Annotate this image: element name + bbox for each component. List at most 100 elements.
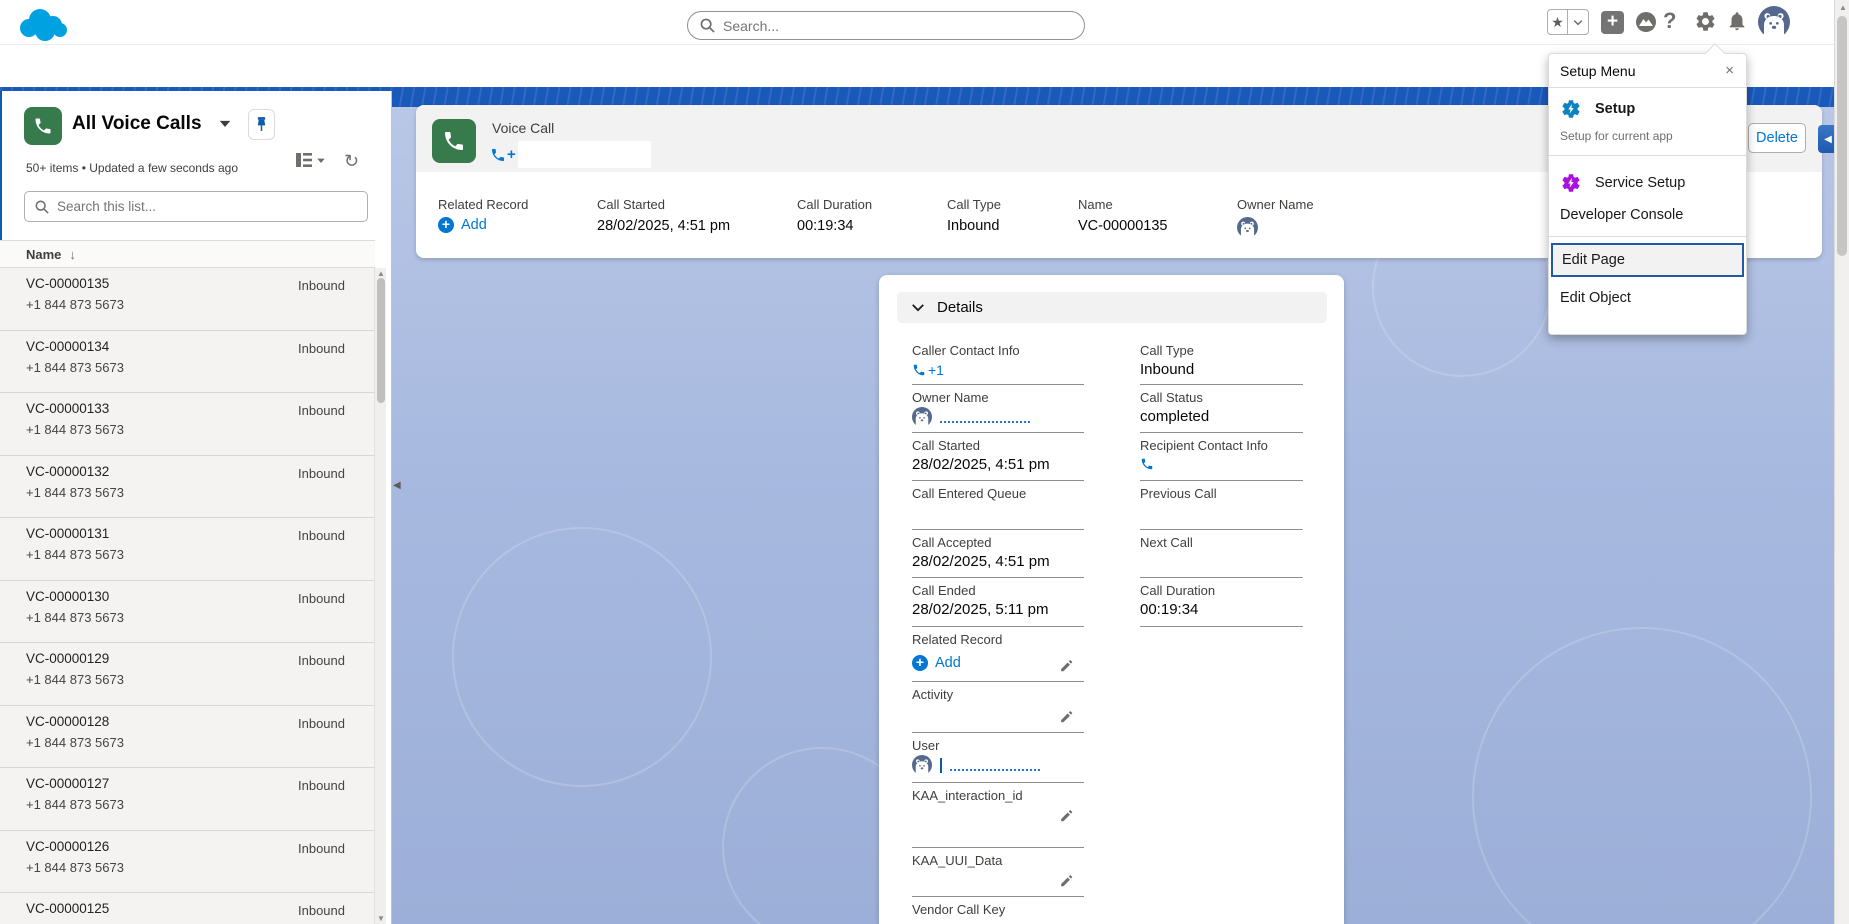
collapse-panel-icon[interactable]: ◀	[393, 480, 401, 491]
global-header: ★ + ?	[0, 0, 1849, 44]
display-as-button[interactable]	[296, 153, 326, 167]
recipient-phone-link[interactable]	[1140, 457, 1303, 471]
favorites-star-icon[interactable]: ★	[1548, 10, 1568, 34]
pin-list-button[interactable]	[248, 109, 275, 140]
field-value: Inbound	[947, 218, 1001, 234]
phone-number: +1 844 873 5673	[26, 797, 375, 812]
page-scrollbar[interactable]: ▲	[1834, 0, 1849, 924]
refresh-icon[interactable]: ↻	[344, 151, 359, 172]
guidance-center-icon[interactable]	[1634, 10, 1658, 34]
list-search-input[interactable]	[57, 199, 337, 214]
salesforce-logo[interactable]	[15, 6, 75, 42]
field-label: Related Record	[438, 197, 528, 212]
help-icon[interactable]: ?	[1663, 8, 1676, 34]
menu-item-service-setup[interactable]: Service Setup	[1549, 156, 1746, 194]
call-type: Inbound	[298, 403, 345, 418]
close-icon[interactable]: ×	[1725, 62, 1734, 79]
list-item[interactable]: VC-00000129 +1 844 873 5673 Inbound	[0, 643, 375, 706]
column-header-label: Name	[26, 247, 61, 262]
list-search-box[interactable]	[24, 191, 368, 222]
details-left-column: Caller Contact Info +1 Owner Name	[912, 338, 1084, 924]
phone-icon	[912, 363, 926, 377]
scroll-up-icon[interactable]: ▲	[377, 269, 385, 278]
list-item[interactable]: VC-00000135 +1 844 873 5673 Inbound	[0, 268, 375, 331]
call-type: Inbound	[298, 466, 345, 481]
list-item[interactable]: VC-00000126 +1 844 873 5673 Inbound	[0, 831, 375, 894]
scrollbar-thumb[interactable]	[1837, 16, 1847, 256]
setup-gear-icon	[1560, 98, 1582, 120]
field-label: Related Record	[912, 632, 1084, 647]
field-user: User	[912, 733, 1084, 783]
record-caller-number[interactable]: +	[490, 141, 651, 168]
avatar	[912, 755, 932, 775]
scrollbar-thumb[interactable]	[377, 278, 385, 403]
menu-item-developer-console[interactable]: Developer Console	[1549, 194, 1746, 237]
call-type: Inbound	[298, 903, 345, 918]
edit-pencil-icon[interactable]	[1060, 809, 1074, 823]
field-kaa-uui-data: KAA_UUI_Data	[912, 848, 1084, 897]
details-section-header[interactable]: Details	[897, 292, 1327, 323]
list-item[interactable]: VC-00000130 +1 844 873 5673 Inbound	[0, 581, 375, 644]
edit-pencil-icon[interactable]	[1060, 710, 1074, 724]
field-value: 28/02/2025, 4:51 pm	[912, 553, 1084, 570]
favorites-dropdown-icon[interactable]	[1568, 10, 1588, 34]
menu-item-setup[interactable]: Setup	[1549, 88, 1746, 120]
pin-icon	[255, 116, 268, 133]
caller-prefix: +	[507, 146, 516, 163]
field-value: 28/02/2025, 5:11 pm	[912, 601, 1084, 618]
list-view-selector-icon[interactable]	[218, 119, 232, 128]
favorites-group[interactable]: ★	[1547, 9, 1589, 35]
list-item[interactable]: VC-00000131 +1 844 873 5673 Inbound	[0, 518, 375, 581]
user-link[interactable]	[912, 755, 1084, 775]
add-related-record-link[interactable]: + Add	[438, 217, 528, 233]
record-object-label: Voice Call	[492, 120, 554, 136]
menu-item-edit-page[interactable]: Edit Page	[1551, 243, 1744, 277]
list-item[interactable]: VC-00000133 +1 844 873 5673 Inbound	[0, 393, 375, 456]
highlight-related-record: Related Record + Add	[438, 197, 528, 233]
details-title: Details	[937, 299, 983, 316]
list-item[interactable]: VC-00000125 +1 844 873 5673 Inbound	[0, 893, 375, 924]
caller-phone-link[interactable]: +1	[912, 362, 1084, 378]
menu-item-label[interactable]: Service Setup	[1595, 175, 1685, 191]
display-as-icon	[296, 153, 312, 167]
menu-item-label[interactable]: Setup	[1595, 101, 1635, 117]
scroll-up-icon[interactable]: ▲	[1839, 3, 1847, 12]
user-avatar[interactable]	[1758, 6, 1790, 38]
edit-pencil-icon[interactable]	[1060, 659, 1074, 673]
edit-pencil-icon[interactable]	[1060, 874, 1074, 888]
voice-call-record-icon	[432, 119, 476, 163]
field-label: Next Call	[1140, 535, 1303, 550]
list-item[interactable]: VC-00000134 +1 844 873 5673 Inbound	[0, 331, 375, 394]
owner-link[interactable]	[912, 407, 1084, 427]
search-icon	[700, 18, 715, 33]
add-label[interactable]: Add	[461, 217, 487, 233]
highlight-owner-name: Owner Name	[1237, 197, 1314, 238]
notifications-bell-icon[interactable]	[1726, 10, 1748, 32]
salesforce-app: ★ + ?	[0, 0, 1849, 924]
list-scrollbar[interactable]: ▲ ▼	[374, 268, 386, 924]
search-input[interactable]	[723, 18, 1023, 34]
phone-number: +1 844 873 5673	[26, 735, 375, 750]
list-item[interactable]: VC-00000132 +1 844 873 5673 Inbound	[0, 456, 375, 519]
column-header-name[interactable]: Name ↓	[0, 240, 375, 268]
owner-avatar[interactable]	[1237, 217, 1314, 238]
add-related-record-link[interactable]: + Add	[912, 655, 1084, 671]
list-item[interactable]: VC-00000128 +1 844 873 5673 Inbound	[0, 706, 375, 769]
setup-gear-icon[interactable]	[1694, 10, 1717, 33]
scroll-down-icon[interactable]: ▼	[377, 914, 385, 923]
sort-desc-icon: ↓	[69, 247, 76, 262]
global-search[interactable]	[687, 11, 1085, 40]
field-owner-name: Owner Name	[912, 385, 1084, 433]
delete-button[interactable]: Delete	[1748, 123, 1806, 153]
menu-item-edit-object[interactable]: Edit Object	[1549, 277, 1746, 319]
global-actions-icon[interactable]: +	[1601, 11, 1624, 34]
redacted-owner-link[interactable]	[940, 411, 1030, 423]
phone-link-text[interactable]: +1	[928, 362, 944, 378]
list-view-title[interactable]: All Voice Calls	[72, 113, 202, 135]
text-cursor	[940, 758, 942, 773]
redacted-user-link[interactable]	[950, 759, 1040, 771]
add-label[interactable]: Add	[935, 655, 961, 671]
list-item[interactable]: VC-00000127 +1 844 873 5673 Inbound	[0, 768, 375, 831]
field-value: 00:19:34	[1140, 601, 1303, 618]
call-type: Inbound	[298, 591, 345, 606]
